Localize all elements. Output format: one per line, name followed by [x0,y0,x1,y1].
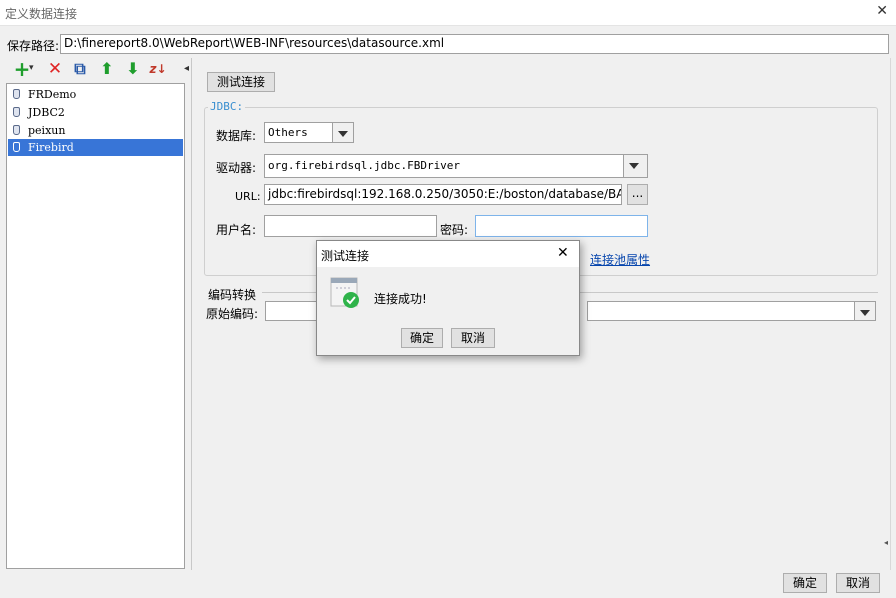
test-connection-button[interactable]: 测试连接 [207,72,275,92]
database-icon [13,89,20,99]
username-label: 用户名: [216,223,257,237]
dialog-message: 连接成功! [374,292,427,306]
success-icon [330,277,359,309]
password-field[interactable] [475,215,648,237]
list-item[interactable]: JDBC2 [8,104,183,121]
url-label: URL: [235,190,261,203]
encoding-select[interactable] [587,301,876,321]
dialog-titlebar: 测试连接 ✕ [317,241,579,267]
database-select[interactable]: Others [264,122,354,143]
url-field[interactable]: jdbc:firebirdsql:192.168.0.250/3050:E:/b… [264,184,622,205]
right-panel-border [890,58,891,570]
url-more-button[interactable]: ... [627,184,648,205]
database-label: 数据库: [216,129,257,143]
list-item-selected[interactable]: Firebird [8,139,183,156]
encoding-section-label: 编码转换 [208,288,257,302]
dialog-title: 测试连接 [321,249,370,263]
database-icon [13,107,20,117]
copy-connection-icon[interactable]: ⧉ [69,58,91,80]
connection-name: peixun [28,124,66,137]
username-field[interactable] [264,215,437,237]
chevron-down-icon [332,123,353,142]
chevron-down-icon [854,302,875,320]
password-label: 密码: [440,223,469,237]
save-path-field[interactable]: D:\finereport8.0\WebReport\WEB-INF\resou… [60,34,889,54]
connection-name: Firebird [28,141,74,154]
add-dropdown-icon[interactable]: ▾ [29,63,34,73]
driver-label: 驱动器: [216,161,257,175]
chevron-down-icon [623,155,647,177]
delete-connection-icon[interactable]: ✕ [44,58,66,80]
test-connection-dialog: 测试连接 ✕ 连接成功! 确定 取消 [316,240,580,356]
sort-icon[interactable]: z↓ [147,58,169,80]
original-encoding-label: 原始编码: [206,307,259,321]
move-up-icon[interactable]: ⬆ [96,58,118,80]
connection-name: FRDemo [28,88,77,101]
cancel-button[interactable]: 取消 [836,573,880,593]
save-path-label: 保存路径: [7,39,60,53]
scroll-hint-icon: ◂ [884,538,889,547]
collapse-panel-icon[interactable]: ◂ [184,63,189,74]
connection-name: JDBC2 [28,106,65,119]
database-value: Others [268,126,308,139]
dialog-ok-button[interactable]: 确定 [401,328,443,348]
dialog-cancel-button[interactable]: 取消 [451,328,495,348]
connection-list: FRDemo JDBC2 peixun Firebird [6,83,185,569]
original-encoding-field[interactable] [265,301,317,321]
pool-properties-link[interactable]: 连接池属性 [590,251,650,268]
database-icon [13,125,20,135]
driver-value: org.firebirdsql.jdbc.FBDriver [268,159,461,172]
connection-toolbar: + ▾ ✕ ⧉ ⬆ ⬇ z↓ ◂ [8,58,189,82]
jdbc-group-label: JDBC: [208,100,246,113]
move-down-icon[interactable]: ⬇ [122,58,144,80]
window-titlebar: 定义数据连接 ✕ [0,0,896,26]
dialog-close-icon[interactable]: ✕ [557,245,569,261]
splitter[interactable] [191,58,192,570]
ok-button[interactable]: 确定 [783,573,827,593]
window-title: 定义数据连接 [5,7,78,21]
window-close-icon[interactable]: ✕ [876,3,888,19]
list-item[interactable]: FRDemo [8,86,183,103]
list-item[interactable]: peixun [8,122,183,139]
database-icon [13,142,20,152]
driver-select[interactable]: org.firebirdsql.jdbc.FBDriver [264,154,648,178]
